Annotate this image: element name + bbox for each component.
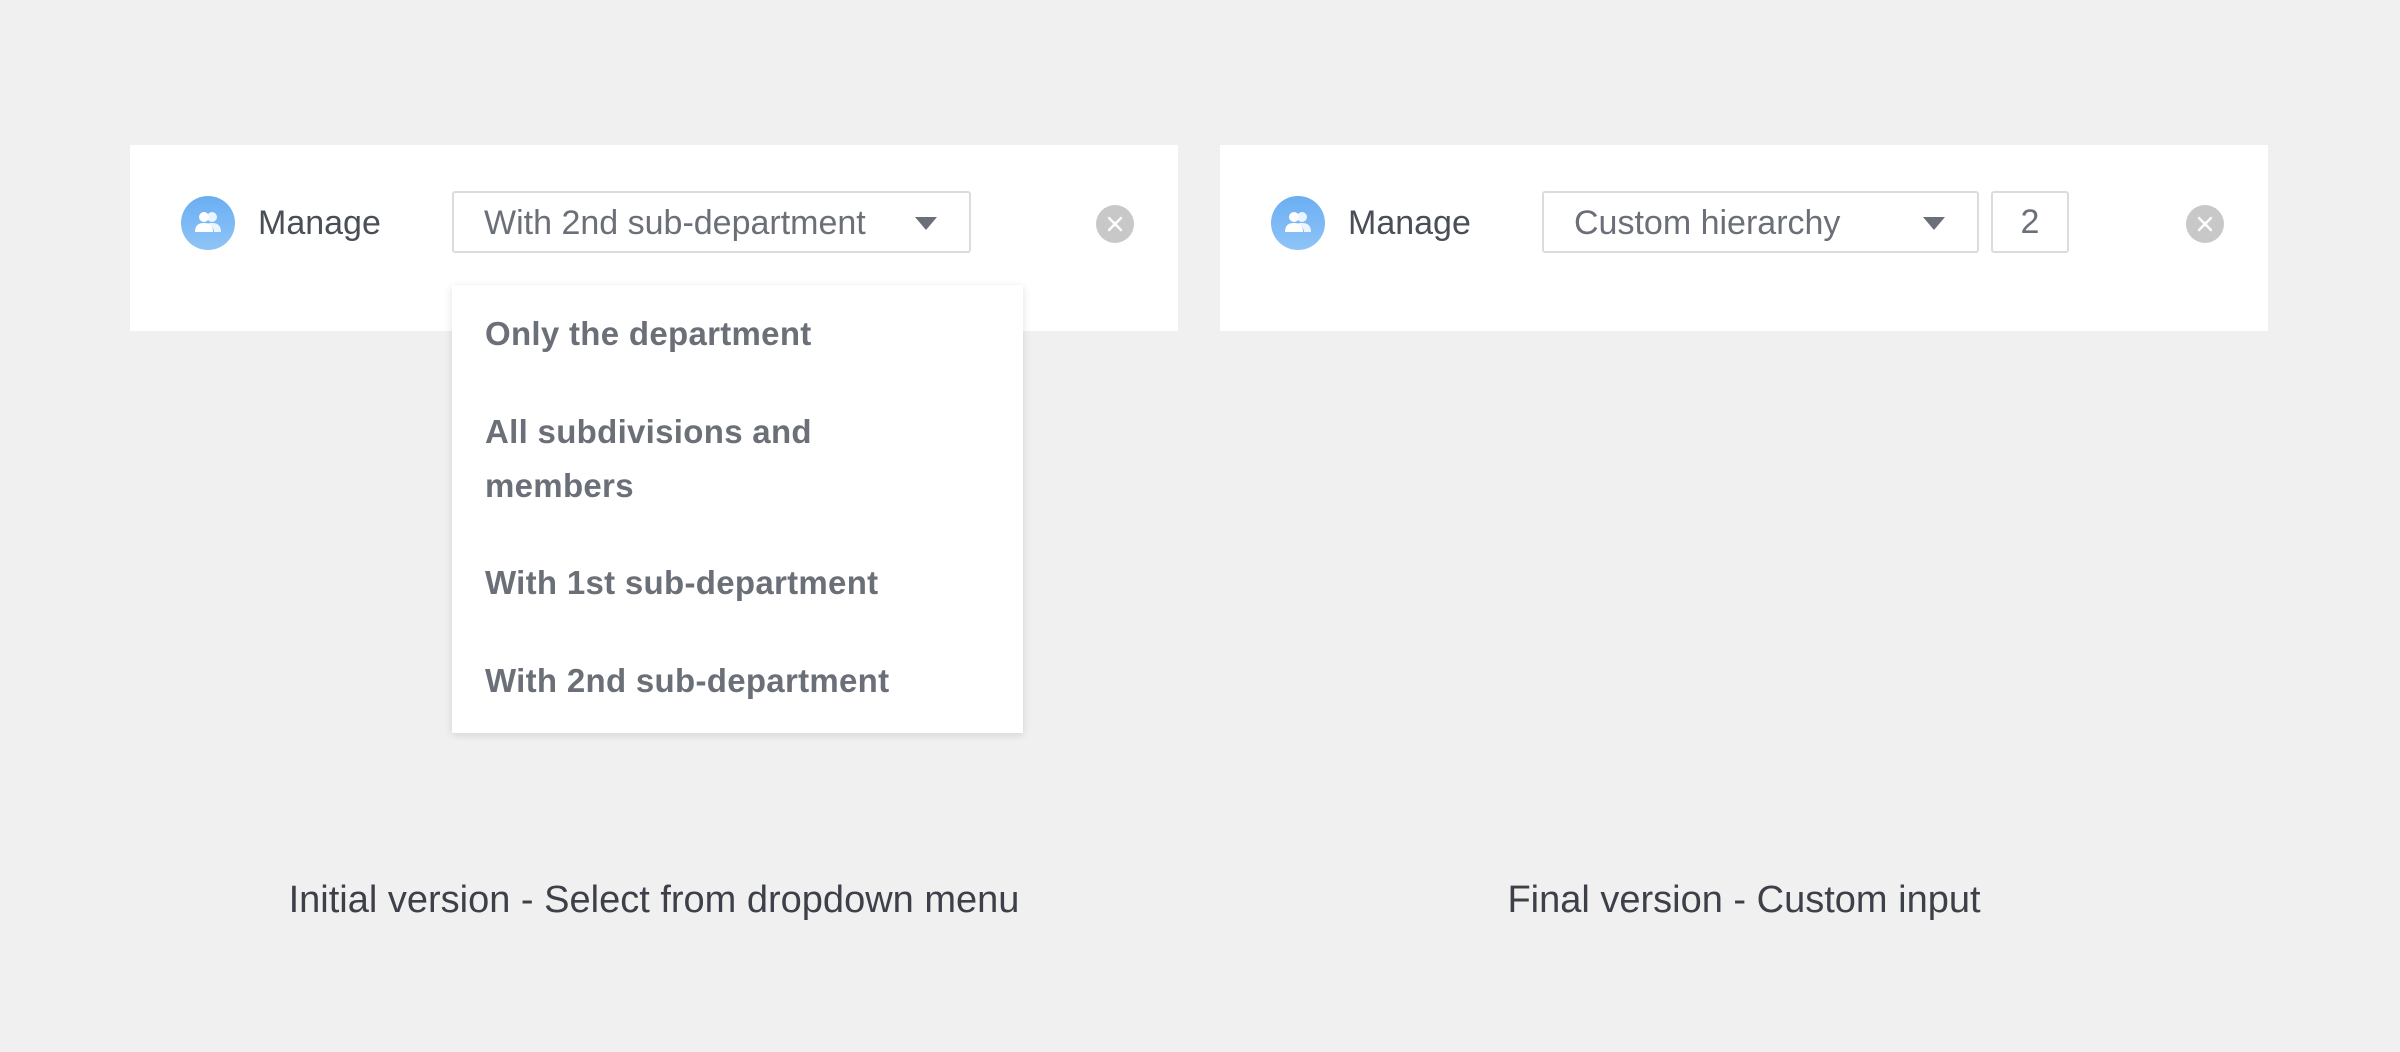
dropdown-option-2nd-sub-department[interactable]: With 2nd sub-department [485, 654, 965, 708]
scope-select[interactable]: With 2nd sub-department [452, 191, 971, 253]
close-circle-icon[interactable] [1096, 205, 1134, 243]
dropdown-option-1st-sub-department[interactable]: With 1st sub-department [485, 556, 965, 610]
caption-initial-version: Initial version - Select from dropdown m… [288, 879, 1020, 921]
caret-down-icon[interactable] [915, 217, 937, 230]
dropdown-option-all-subdivisions[interactable]: All subdivisions and members [485, 405, 965, 513]
manage-rule-row-final: Manage Custom hierarchy 2 [1220, 145, 2268, 331]
manage-label: Manage [258, 204, 381, 242]
hierarchy-level-input[interactable]: 2 [1991, 191, 2069, 253]
manage-label: Manage [1348, 204, 1471, 242]
hierarchy-select[interactable]: Custom hierarchy [1542, 191, 1979, 253]
users-icon [181, 196, 235, 250]
caret-down-icon[interactable] [1923, 217, 1945, 230]
scope-select-value: With 2nd sub-department [484, 204, 866, 242]
dropdown-option-only-department[interactable]: Only the department [485, 307, 965, 361]
caption-final-version: Final version - Custom input [1507, 879, 1981, 921]
close-circle-icon[interactable] [2186, 205, 2224, 243]
users-icon [1271, 196, 1325, 250]
hierarchy-select-value: Custom hierarchy [1574, 204, 1841, 242]
scope-dropdown-menu: Only the department All subdivisions and… [452, 285, 1023, 733]
